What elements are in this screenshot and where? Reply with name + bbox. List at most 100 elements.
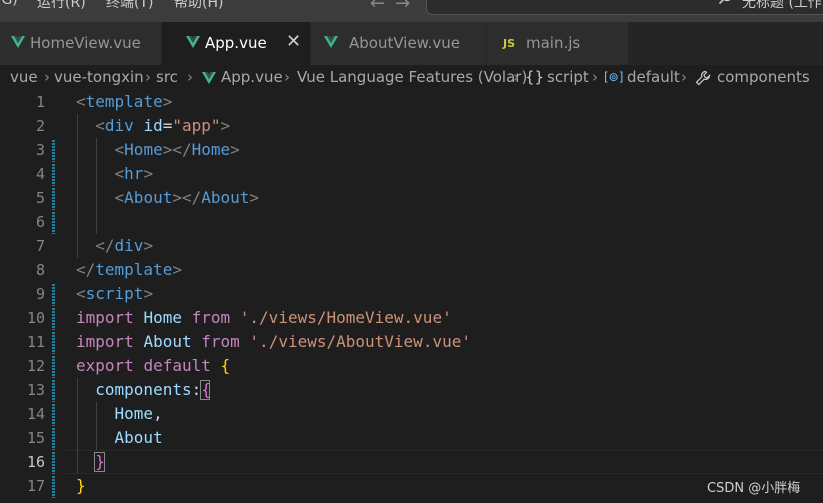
- code-line[interactable]: components:{: [76, 378, 211, 402]
- menu-item-go[interactable]: (G): [0, 0, 18, 8]
- forward-arrow-icon[interactable]: →: [395, 0, 420, 14]
- modified-line-marker[interactable]: [52, 332, 55, 354]
- modified-line-marker[interactable]: [52, 428, 55, 450]
- breadcrumb-item[interactable]: src: [156, 68, 178, 86]
- code-line[interactable]: Home,: [76, 402, 163, 426]
- code-editor[interactable]: 1 <template> 2 <div id="app"> 3 <Home></Hom…: [0, 91, 823, 503]
- code-line[interactable]: import Home from './views/HomeView.vue': [76, 306, 452, 330]
- line-number: 7: [35, 237, 45, 255]
- breadcrumb-item[interactable]: App.vue: [221, 68, 283, 86]
- code-token: >: [162, 92, 173, 111]
- modified-line-marker[interactable]: [52, 380, 55, 402]
- code-token: Home: [124, 140, 163, 159]
- menu-item-help[interactable]: 帮助(H): [174, 0, 223, 12]
- code-line[interactable]: About: [76, 426, 163, 450]
- tab-homeview[interactable]: HomeView.vue: [0, 22, 162, 65]
- vue-icon: [11, 36, 25, 48]
- code-token: hr: [124, 164, 144, 183]
- code-line[interactable]: }: [76, 474, 86, 498]
- tab-app[interactable]: App.vue ✕: [162, 22, 311, 65]
- line-number: 5: [35, 189, 45, 207]
- breadcrumb-item[interactable]: Vue Language Features (Volar): [297, 68, 527, 86]
- modified-line-marker[interactable]: [52, 212, 55, 234]
- code-token: div: [114, 236, 144, 255]
- bracket-match-box: [199, 380, 211, 400]
- close-icon[interactable]: ✕: [286, 31, 301, 52]
- modified-line-marker[interactable]: [52, 476, 55, 498]
- menu-item-run[interactable]: 运行(R): [37, 0, 86, 12]
- code-token: About: [114, 428, 163, 447]
- code-line[interactable]: <template>: [76, 90, 172, 114]
- modified-line-marker[interactable]: [52, 140, 55, 162]
- modified-line-marker[interactable]: [52, 452, 55, 474]
- variable-icon: [⊚]: [604, 70, 624, 84]
- nav-arrows: ←→: [370, 0, 420, 14]
- code-token: Home: [191, 140, 231, 159]
- code-token: >: [172, 260, 182, 279]
- line-number: 17: [26, 477, 45, 495]
- breadcrumb-item[interactable]: script: [547, 68, 589, 86]
- line-number: 10: [26, 309, 45, 327]
- line-number: 14: [26, 405, 45, 423]
- line-number: 13: [26, 381, 45, 399]
- code-line[interactable]: <About></About>: [76, 186, 260, 210]
- modified-line-marker[interactable]: [52, 164, 55, 186]
- modified-line-marker[interactable]: [52, 284, 55, 306]
- code-token: <: [76, 284, 86, 303]
- code-line[interactable]: <hr>: [76, 162, 154, 186]
- code-token: div: [104, 116, 134, 135]
- chevron-right-icon: ›: [592, 68, 598, 86]
- modified-line-marker[interactable]: [52, 356, 55, 378]
- modified-line-marker[interactable]: [52, 404, 55, 426]
- line-number: 16: [26, 453, 45, 471]
- code-token: template: [85, 92, 163, 111]
- chevron-right-icon: ›: [44, 68, 50, 86]
- menu-item-terminal[interactable]: 终端(T): [106, 0, 153, 12]
- code-token: =: [162, 116, 173, 135]
- code-line[interactable]: export default {: [76, 354, 230, 378]
- tab-main-js[interactable]: JS main.js: [487, 22, 629, 65]
- vue-icon: [186, 36, 200, 48]
- code-line[interactable]: </template>: [76, 258, 182, 282]
- code-token: ></: [172, 188, 202, 207]
- breadcrumb-item[interactable]: vue-tongxin: [54, 68, 144, 86]
- code-line[interactable]: <div id="app">: [76, 114, 230, 138]
- code-token: ,: [153, 404, 163, 423]
- code-token: from: [201, 332, 240, 351]
- code-token: <: [114, 164, 125, 183]
- breadcrumb-item[interactable]: default: [627, 68, 680, 86]
- code-line[interactable]: <Home></Home>: [76, 138, 240, 162]
- code-token: About: [143, 332, 192, 351]
- code-token: {: [220, 356, 231, 375]
- code-token: About: [201, 188, 250, 207]
- line-number: 6: [35, 213, 45, 231]
- line-number: 1: [35, 93, 45, 111]
- search-icon[interactable]: [718, 0, 734, 6]
- code-token: './views/AboutView.vue': [249, 332, 471, 351]
- modified-line-marker[interactable]: [52, 308, 55, 330]
- breadcrumb-item[interactable]: components: [717, 68, 810, 86]
- code-token: id: [143, 116, 163, 135]
- watermark: CSDN @小胖梅: [707, 481, 801, 496]
- line-number: 9: [35, 285, 45, 303]
- breadcrumb: vue › vue-tongxin › src › App.vue › Vue …: [0, 65, 823, 91]
- line-number: 4: [35, 165, 45, 183]
- code-line[interactable]: <script>: [76, 282, 153, 306]
- code-line[interactable]: </div>: [76, 234, 153, 258]
- tab-aboutview[interactable]: AboutView.vue: [311, 22, 487, 65]
- modified-line-marker[interactable]: [52, 188, 55, 210]
- bracket-match-box: [94, 452, 105, 472]
- code-token: default: [143, 356, 211, 375]
- chevron-right-icon: ›: [187, 68, 193, 86]
- code-line[interactable]: import About from './views/AboutView.vue…: [76, 330, 471, 354]
- breadcrumb-item[interactable]: vue: [10, 68, 38, 86]
- back-arrow-icon[interactable]: ←: [370, 0, 395, 14]
- wrench-icon: [695, 70, 711, 86]
